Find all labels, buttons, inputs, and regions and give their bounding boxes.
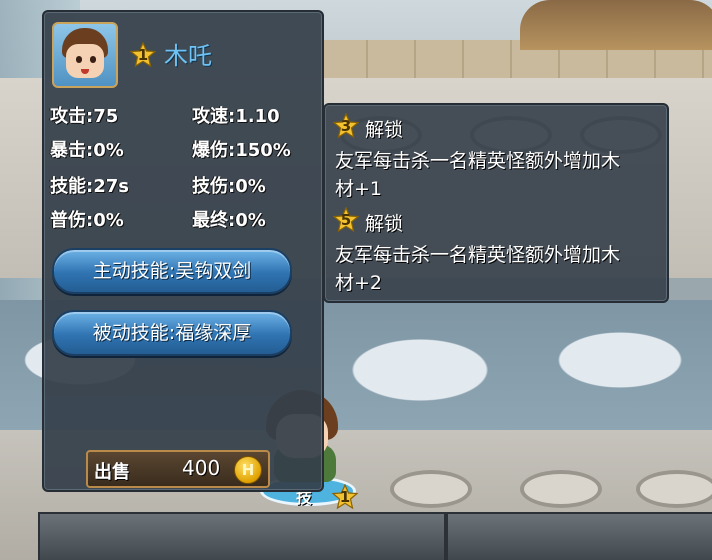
avatar-eye <box>90 56 96 63</box>
deploy-slot[interactable] <box>636 470 712 508</box>
star-unlock-panel: 3 解锁 友军每击杀一名精英怪额外增加木 材+1 5 解锁 友军每击杀一名精英怪… <box>323 103 669 303</box>
active-skill-button[interactable]: 主动技能:吴钩双剑 <box>52 248 292 294</box>
passive-skill-button[interactable]: 被动技能:福缘深厚 <box>52 310 292 356</box>
unlock-description-line: 材+2 <box>335 272 383 294</box>
unlock-description: 友军每击杀一名精英怪额外增加木 材+2 <box>335 241 661 297</box>
unlock-title: 解锁 <box>365 119 404 141</box>
stat-attack: 攻击:75 <box>50 106 119 127</box>
bottom-bar-right <box>446 512 712 560</box>
rock-formation <box>520 0 712 50</box>
hero-avatar <box>52 22 118 88</box>
deploy-slot[interactable] <box>520 470 602 508</box>
hero-name: 木吒 <box>164 42 212 70</box>
hero-star-number: 1 <box>137 46 149 64</box>
sell-button[interactable]: 出售 400 H <box>86 450 270 488</box>
field-unit-star-number: 1 <box>339 488 351 506</box>
unlock-star-number: 5 <box>340 211 352 229</box>
sell-label: 出售 <box>94 462 130 483</box>
unlock-description-line: 材+1 <box>335 178 383 200</box>
unlock-description-line: 友军每击杀一名精英怪额外增加木 <box>335 244 621 266</box>
coin-icon: H <box>234 456 262 484</box>
bottom-bar-left <box>38 512 446 560</box>
unlock-description-line: 友军每击杀一名精英怪额外增加木 <box>335 150 621 172</box>
unlock-star-badge: 5 <box>333 207 359 233</box>
stat-crit: 暴击:0% <box>50 140 124 161</box>
sell-price: 400 <box>182 456 221 480</box>
stat-final-damage: 最终:0% <box>192 210 266 231</box>
unlock-star-number: 3 <box>340 117 352 135</box>
stat-crit-damage: 爆伤:150% <box>192 140 291 161</box>
deploy-slot[interactable] <box>390 470 472 508</box>
unlock-description: 友军每击杀一名精英怪额外增加木 材+1 <box>335 147 661 203</box>
field-unit-star-badge: 1 <box>332 484 358 510</box>
hero-star-badge: 1 <box>130 42 156 68</box>
stat-skill-damage: 技伤:0% <box>192 176 266 197</box>
unlock-star-badge: 3 <box>333 113 359 139</box>
hero-info-panel: 1 木吒 攻击:75 攻速:1.10 暴击:0% 爆伤:150% 技能:27s … <box>42 10 324 492</box>
unlock-title: 解锁 <box>365 213 404 235</box>
stat-attack-speed: 攻速:1.10 <box>192 106 280 127</box>
avatar-eye <box>76 56 82 63</box>
stat-skill-cooldown: 技能:27s <box>50 176 129 197</box>
stat-normal-damage: 普伤:0% <box>50 210 124 231</box>
